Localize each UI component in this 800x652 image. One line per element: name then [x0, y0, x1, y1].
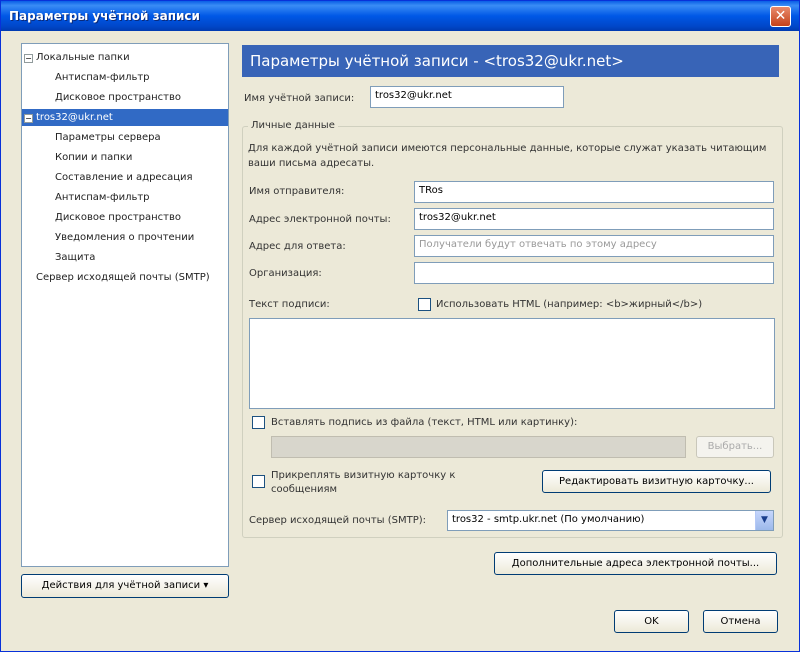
organization-label: Организация: — [249, 268, 322, 279]
signature-file-path-input — [271, 436, 686, 458]
extra-emails-button[interactable]: Дополнительные адреса электронной почты.… — [494, 552, 777, 575]
ok-button[interactable]: OK — [614, 610, 689, 633]
tree-item-server-settings[interactable]: Параметры сервера — [55, 129, 161, 146]
personal-data-title: Личные данные — [248, 120, 338, 131]
close-icon: ✕ — [774, 8, 787, 24]
sender-name-input[interactable]: TRos — [414, 181, 774, 203]
smtp-server-value: tros32 - smtp.ukr.net (По умолчанию) — [452, 514, 645, 525]
signature-textarea[interactable] — [249, 318, 775, 409]
attach-vcard-checkbox[interactable] — [252, 475, 265, 488]
collapse-icon[interactable]: − — [24, 114, 33, 123]
tree-item-local-disk[interactable]: Дисковое пространство — [55, 89, 181, 106]
email-input[interactable]: tros32@ukr.net — [414, 208, 774, 230]
chevron-down-icon[interactable]: ▼ — [755, 511, 773, 530]
title-bar[interactable]: Параметры учётной записи ✕ — [1, 1, 799, 31]
reply-to-label: Адрес для ответа: — [249, 241, 346, 252]
attach-vcard-label: Прикреплять визитную карточку к сообщени… — [271, 470, 456, 495]
tree-item-label: Локальные папки — [36, 52, 130, 63]
choose-file-button: Выбрать... — [696, 436, 774, 458]
tree-item-label: tros32@ukr.net — [36, 112, 113, 123]
tree-item-spam[interactable]: Антиспам-фильтр — [55, 189, 150, 206]
email-label: Адрес электронной почты: — [249, 214, 391, 225]
signature-label: Текст подписи: — [249, 299, 330, 310]
smtp-server-select[interactable]: tros32 - smtp.ukr.net (По умолчанию) ▼ — [447, 510, 774, 531]
tree-item-local-folders[interactable]: − Локальные папки — [24, 49, 130, 66]
tree-item-local-spam[interactable]: Антиспам-фильтр — [55, 69, 150, 86]
use-html-checkbox[interactable] — [418, 298, 431, 311]
account-settings-window: Параметры учётной записи ✕ − Локальные па… — [0, 0, 800, 652]
tree-item-copies-folders[interactable]: Копии и папки — [55, 149, 132, 166]
account-actions-button[interactable]: Действия для учётной записи ▾ — [21, 574, 229, 598]
smtp-server-label: Сервер исходящей почты (SMTP): — [249, 515, 427, 526]
account-name-label: Имя учётной записи: — [244, 93, 355, 104]
dropdown-arrow-icon: ▾ — [203, 580, 209, 591]
reply-to-input[interactable]: Получатели будут отвечать по этому адрес… — [414, 235, 774, 257]
cancel-button[interactable]: Отмена — [703, 610, 778, 633]
account-actions-label: Действия для учётной записи — [41, 580, 201, 591]
window-title: Параметры учётной записи — [9, 9, 200, 23]
signature-file-checkbox[interactable] — [252, 416, 265, 429]
page-title: Параметры учётной записи - <tros32@ukr.n… — [242, 45, 779, 77]
organization-input[interactable] — [414, 262, 774, 284]
use-html-label: Использовать HTML (например: <b>жирный</… — [436, 299, 703, 310]
tree-item-smtp[interactable]: Сервер исходящей почты (SMTP) — [36, 269, 210, 286]
signature-file-label: Вставлять подпись из файла (текст, HTML … — [271, 417, 578, 428]
account-tree: − Локальные папки Антиспам-фильтр Дисково… — [21, 43, 229, 567]
personal-data-description: Для каждой учётной записи имеются персон… — [248, 143, 767, 169]
edit-vcard-button[interactable]: Редактировать визитную карточку... — [542, 470, 771, 493]
tree-item-receipts[interactable]: Уведомления о прочтении — [55, 229, 194, 246]
sender-name-label: Имя отправителя: — [249, 186, 345, 197]
account-name-input[interactable]: tros32@ukr.net — [370, 86, 564, 108]
close-button[interactable]: ✕ — [770, 6, 791, 27]
collapse-icon[interactable]: − — [24, 54, 33, 63]
tree-item-security[interactable]: Защита — [55, 249, 95, 266]
tree-item-disk[interactable]: Дисковое пространство — [55, 209, 181, 226]
tree-item-account[interactable]: − tros32@ukr.net — [22, 109, 228, 126]
tree-item-composition[interactable]: Составление и адресация — [55, 169, 193, 186]
